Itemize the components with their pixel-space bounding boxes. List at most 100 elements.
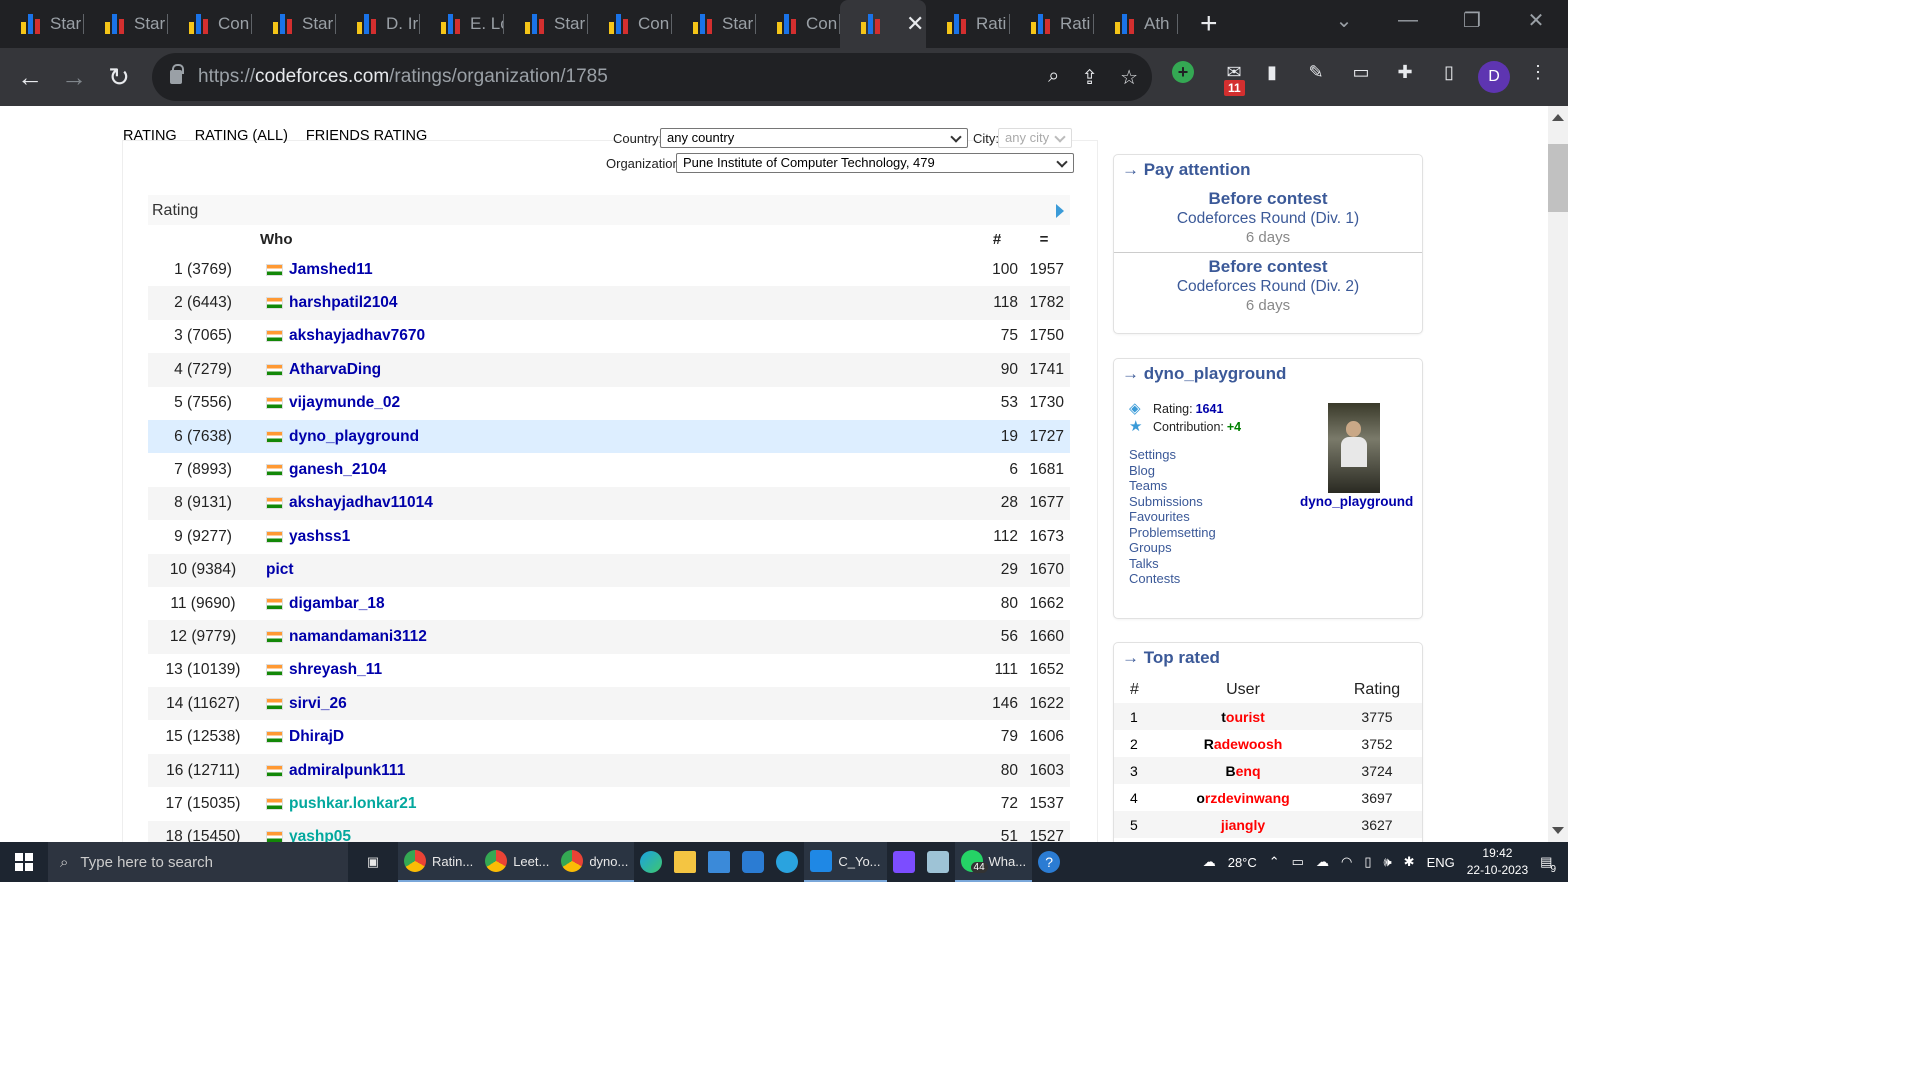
profile-link-blog[interactable]: Blog [1129, 463, 1155, 478]
browser-tab[interactable]: Con [168, 0, 252, 48]
user-handle-link[interactable]: yashp05 [289, 828, 351, 842]
browser-tab[interactable]: Star [0, 0, 84, 48]
profile-link-settings[interactable]: Settings [1129, 447, 1176, 462]
user-handle-link[interactable]: pushkar.lonkar21 [289, 795, 417, 813]
user-handle-link[interactable]: sirvi_26 [289, 695, 347, 713]
back-button[interactable]: ← [8, 55, 52, 99]
taskbar-whatsapp[interactable]: 44 Wha... [954, 842, 1033, 882]
taskbar-chrome-ratings[interactable]: Ratin... [398, 842, 480, 882]
browser-tab[interactable]: Star [84, 0, 168, 48]
tab-rating[interactable]: RATING [123, 128, 177, 144]
country-select[interactable]: any country [660, 128, 968, 148]
browser-tab[interactable]: E. Lo [420, 0, 504, 48]
profile-link-favourites[interactable]: Favourites [1129, 509, 1190, 524]
top-user-link[interactable]: Radewoosh [1154, 736, 1332, 752]
top-user-link[interactable]: tourist [1154, 709, 1332, 725]
profile-link-teams[interactable]: Teams [1129, 478, 1167, 493]
taskbar-telegram[interactable] [770, 842, 804, 882]
before-contest-label[interactable]: Before contest [1114, 189, 1422, 209]
extension-pen-icon[interactable]: ✎ [1304, 60, 1328, 84]
column-contests[interactable]: # [976, 231, 1018, 248]
side-panel-icon[interactable]: ▯ [1437, 60, 1461, 84]
profile-box-title[interactable]: → dyno_playground [1114, 359, 1422, 389]
user-handle-link[interactable]: akshayjadhav7670 [289, 327, 425, 345]
forward-button[interactable]: → [52, 55, 96, 99]
city-select[interactable]: any city [998, 128, 1072, 148]
profile-link-problemsetting[interactable]: Problemsetting [1129, 525, 1216, 540]
minimize-button[interactable]: — [1376, 9, 1440, 32]
taskbar-explorer[interactable] [668, 842, 702, 882]
user-handle-link[interactable]: DhirajD [289, 728, 344, 746]
page-scrollbar[interactable] [1548, 106, 1568, 842]
extension-plus-icon[interactable]: + [1172, 61, 1194, 83]
tab-friends-rating[interactable]: FRIENDS RATING [306, 128, 427, 144]
tab-search-icon[interactable]: ⌄ [1312, 8, 1376, 33]
battery-icon[interactable]: ▭ [1292, 854, 1304, 870]
extension-image-icon[interactable]: ▭ [1349, 60, 1373, 84]
profile-avatar[interactable]: D [1478, 61, 1510, 93]
taskbar-obsidian[interactable] [887, 842, 921, 882]
browser-tab[interactable]: ✕ [840, 0, 926, 48]
user-handle-link[interactable]: ganesh_2104 [289, 461, 386, 479]
contest-name[interactable]: Codeforces Round (Div. 1) [1114, 210, 1422, 228]
top-user-link[interactable]: jiangly [1154, 817, 1332, 833]
share-icon[interactable]: ⇪ [1081, 65, 1098, 90]
user-handle-link[interactable]: harshpatil2104 [289, 294, 398, 312]
tab-rating-all[interactable]: RATING (ALL) [195, 128, 288, 144]
user-handle-link[interactable]: dyno_playground [289, 428, 419, 446]
top-user-link[interactable]: orzdevinwang [1154, 790, 1332, 806]
profile-handle[interactable]: dyno_playground [1300, 494, 1413, 509]
column-rating[interactable]: = [1018, 231, 1070, 248]
user-handle-link[interactable]: digambar_18 [289, 595, 385, 613]
user-photo[interactable] [1328, 403, 1380, 493]
browser-tab[interactable]: Con [756, 0, 840, 48]
menu-kebab-icon[interactable]: ⋮ [1526, 60, 1550, 84]
cloud-icon[interactable]: ☁ [1316, 854, 1329, 870]
contest-name[interactable]: Codeforces Round (Div. 2) [1114, 278, 1422, 296]
user-handle-link[interactable]: vijaymunde_02 [289, 394, 400, 412]
browser-tab[interactable]: Rati [1010, 0, 1094, 48]
browser-tab[interactable]: Star [672, 0, 756, 48]
security-icon[interactable]: ✱ [1404, 854, 1415, 870]
browser-tab[interactable]: Star [504, 0, 588, 48]
user-handle-link[interactable]: Jamshed11 [289, 261, 373, 279]
chevron-up-icon[interactable]: ⌃ [1269, 854, 1280, 870]
extensions-puzzle-icon[interactable]: ✚ [1393, 60, 1417, 84]
new-tab-button[interactable]: + [1200, 7, 1218, 41]
browser-tab[interactable]: Ath [1094, 0, 1178, 48]
tab-close-icon[interactable]: ✕ [906, 11, 924, 37]
user-handle-link[interactable]: namandamani3112 [289, 628, 427, 646]
top-user-link[interactable]: Benq [1154, 763, 1332, 779]
user-handle-link[interactable]: yashss1 [289, 528, 350, 546]
organization-select[interactable]: Pune Institute of Computer Technology, 4… [676, 153, 1074, 173]
zoom-icon[interactable]: ⌕ [1048, 65, 1059, 90]
pay-attention-title[interactable]: → Pay attention [1114, 155, 1422, 185]
profile-link-contests[interactable]: Contests [1129, 571, 1180, 586]
browser-tab[interactable]: Star [252, 0, 336, 48]
volume-icon[interactable]: 🕪 [1383, 854, 1391, 870]
user-handle-link[interactable]: admiralpunk111 [289, 762, 405, 780]
user-handle-link[interactable]: AtharvaDing [289, 361, 381, 379]
taskbar-vscode[interactable]: C_Yo... [804, 842, 887, 882]
profile-link-talks[interactable]: Talks [1129, 556, 1159, 571]
next-page-arrow-icon[interactable] [1056, 204, 1064, 218]
clock[interactable]: 19:42 22-10-2023 [1467, 845, 1528, 879]
start-button[interactable] [0, 842, 48, 882]
before-contest-label[interactable]: Before contest [1114, 257, 1422, 277]
device-icon[interactable]: ▯ [1364, 854, 1371, 870]
taskbar-app[interactable] [736, 842, 770, 882]
profile-link-submissions[interactable]: Submissions [1129, 494, 1203, 509]
close-window-button[interactable]: ✕ [1504, 8, 1568, 33]
scroll-down-arrow[interactable] [1552, 827, 1564, 834]
taskbar-app2[interactable] [921, 842, 955, 882]
bookmark-star-icon[interactable]: ☆ [1120, 65, 1138, 90]
extension-codeforces-icon[interactable]: ▮ [1260, 60, 1284, 84]
browser-tab[interactable]: Con [588, 0, 672, 48]
weather-icon[interactable]: ☁ [1203, 854, 1216, 870]
address-bar[interactable]: https://codeforces.com/ratings/organizat… [152, 53, 1152, 101]
taskbar-edge[interactable] [634, 842, 668, 882]
taskbar-chrome-dyno[interactable]: dyno... [555, 842, 635, 882]
user-handle-link[interactable]: akshayjadhav11014 [289, 494, 433, 512]
browser-tab[interactable]: D. Ir [336, 0, 420, 48]
task-view-icon[interactable]: ▣ [348, 842, 398, 882]
